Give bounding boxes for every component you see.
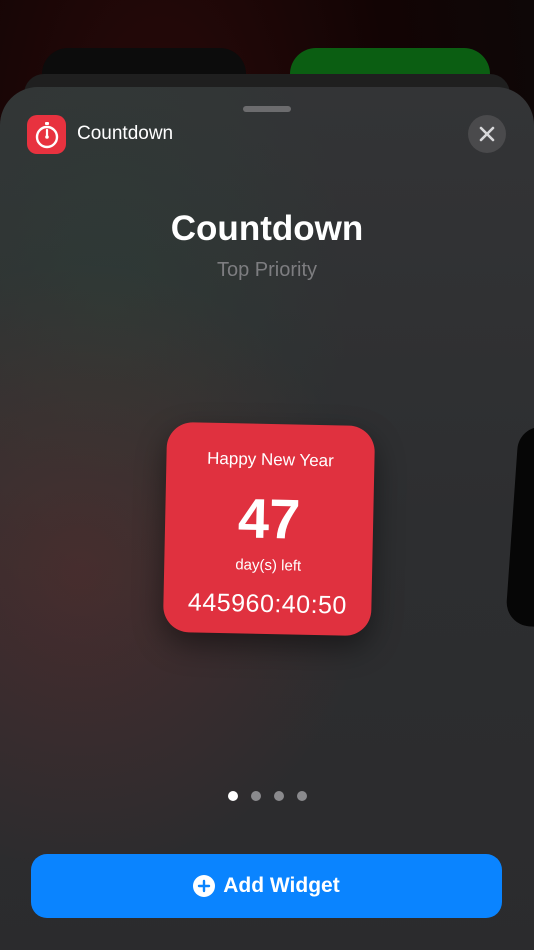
next-widget-preview[interactable] [505, 425, 534, 629]
sheet-grabber[interactable] [243, 106, 291, 112]
close-button[interactable] [468, 115, 506, 153]
widget-gallery-screen: Countdown Countdown Top Priority Happy N… [0, 0, 534, 950]
widget-title: Countdown [170, 209, 364, 248]
widget-timer: 445960:40:50 [187, 588, 348, 620]
app-name: Countdown [77, 123, 174, 144]
widget-event-name: Happy New Year [206, 448, 334, 471]
page-dot[interactable] [296, 791, 307, 801]
page-indicator [0, 791, 534, 801]
add-widget-button[interactable]: Add Widget [31, 854, 502, 918]
close-icon [479, 126, 495, 142]
widget-days-label: day(s) left [235, 556, 302, 575]
widget-preview[interactable]: Happy New Year 47 day(s) left 445960:40:… [162, 421, 376, 637]
page-dot[interactable] [250, 791, 261, 801]
stopwatch-icon [27, 115, 66, 154]
page-dot[interactable] [227, 791, 238, 801]
widget-subtitle: Top Priority [216, 259, 318, 281]
add-widget-label: Add Widget [223, 874, 340, 897]
plus-circle-icon [193, 875, 216, 897]
page-dot[interactable] [273, 791, 284, 801]
widget-days-count: 47 [237, 486, 302, 551]
widget-sheet: Countdown Countdown Top Priority Happy N… [0, 87, 534, 950]
